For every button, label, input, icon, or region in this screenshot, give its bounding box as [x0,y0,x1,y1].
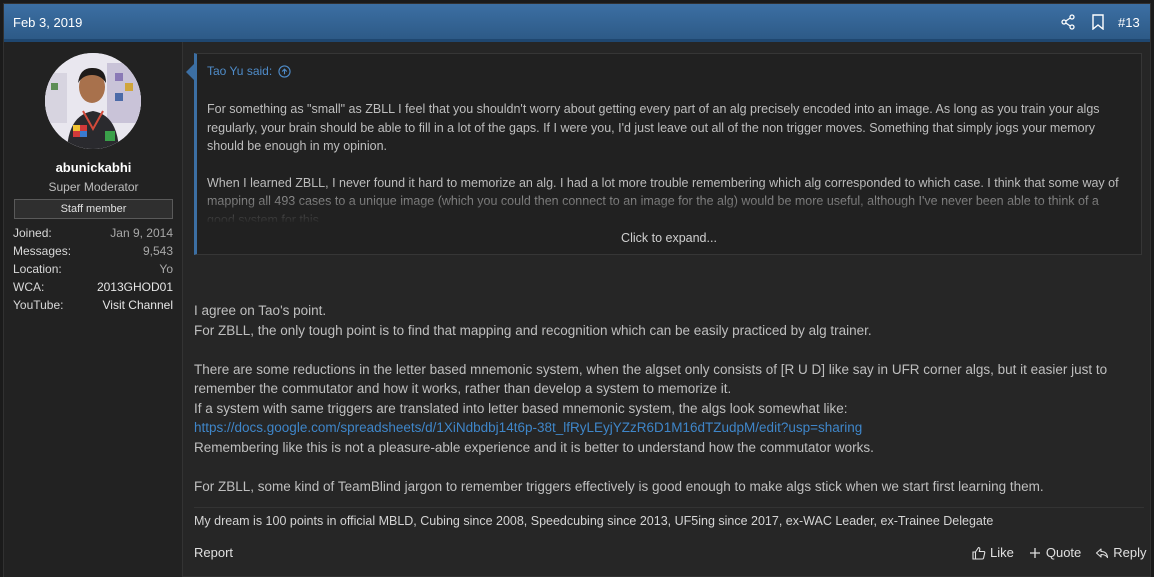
body-line: For ZBLL, some kind of TeamBlind jargon … [194,478,1044,494]
thumbs-up-icon [972,546,986,560]
stat-key: Messages: [13,244,72,258]
click-to-expand[interactable]: Click to expand... [197,231,1141,245]
quote-paragraph: For something as "small" as ZBLL I feel … [207,102,1100,153]
username[interactable]: abunickabhi [4,160,183,175]
avatar[interactable] [45,53,141,149]
reply-button[interactable]: Reply [1095,545,1147,560]
stat-value[interactable]: Yo [159,262,173,280]
quote-author-label[interactable]: Tao Yu said: [207,64,272,78]
stat-youtube: YouTube: Visit Channel [13,298,173,316]
spreadsheet-link[interactable]: https://docs.google.com/spreadsheets/d/1… [194,420,862,435]
post-actions: Like Quote Reply [972,545,1147,560]
plus-icon [1029,547,1040,558]
bookmark-icon[interactable] [1091,14,1105,30]
body-line: remember the commutator and how it works… [194,381,732,396]
body-line: Remembering like this is not a pleasure-… [194,439,874,455]
stat-value: 2013GHOD01 [96,280,173,294]
stat-value: Jan 9, 2014 [110,226,173,240]
post-date[interactable]: Feb 3, 2019 [13,15,82,30]
user-title: Super Moderator [48,180,139,194]
like-label: Like [990,545,1014,560]
body-line: I agree on Tao's point. [194,303,327,318]
signature: My dream is 100 points in official MBLD,… [194,507,1144,528]
stat-key: Location: [13,262,62,276]
quote-fade [197,184,1141,224]
body-line: For ZBLL, the only tough point is to fin… [194,322,872,338]
post-header: Feb 3, 2019 #13 [4,4,1150,42]
stat-joined: Joined: Jan 9, 2014 [13,226,173,244]
quote-button[interactable]: Quote [1028,545,1081,560]
user-stats: Joined: Jan 9, 2014 Messages: 9,543 Loca… [13,226,173,316]
reply-arrow-icon [1096,547,1109,558]
like-button[interactable]: Like [972,545,1014,560]
quote-block: Tao Yu said: For something as "small" as… [186,53,1142,255]
staff-badge: Staff member [14,199,173,219]
stat-value[interactable]: 9,543 [143,244,173,262]
body-line: If a system with same triggers are trans… [194,400,848,416]
stat-messages: Messages: 9,543 [13,244,173,262]
stat-wca: WCA: 2013GHOD01 [13,280,173,298]
stat-key: Joined: [13,226,52,240]
stat-key: WCA: [13,280,45,294]
reply-label: Reply [1113,545,1147,560]
stat-key: YouTube: [13,298,64,312]
youtube-link[interactable]: Visit Channel [103,298,174,316]
stat-location: Location: Yo [13,262,173,280]
quote-author[interactable]: Tao Yu said: [207,64,291,78]
report-button[interactable]: Report [194,545,233,560]
post-number[interactable]: #13 [1118,15,1140,30]
quote-label: Quote [1045,545,1082,560]
post-body: I agree on Tao's point. For ZBLL, the on… [194,301,1144,496]
arrow-up-circle-icon[interactable] [278,64,291,78]
user-sidebar: abunickabhi Super Moderator Staff member… [4,42,183,577]
share-icon[interactable] [1060,14,1076,30]
body-line: There are some reductions in the letter … [194,361,1108,377]
post: Feb 3, 2019 #13 abunickabhi Super Modera… [3,3,1151,577]
